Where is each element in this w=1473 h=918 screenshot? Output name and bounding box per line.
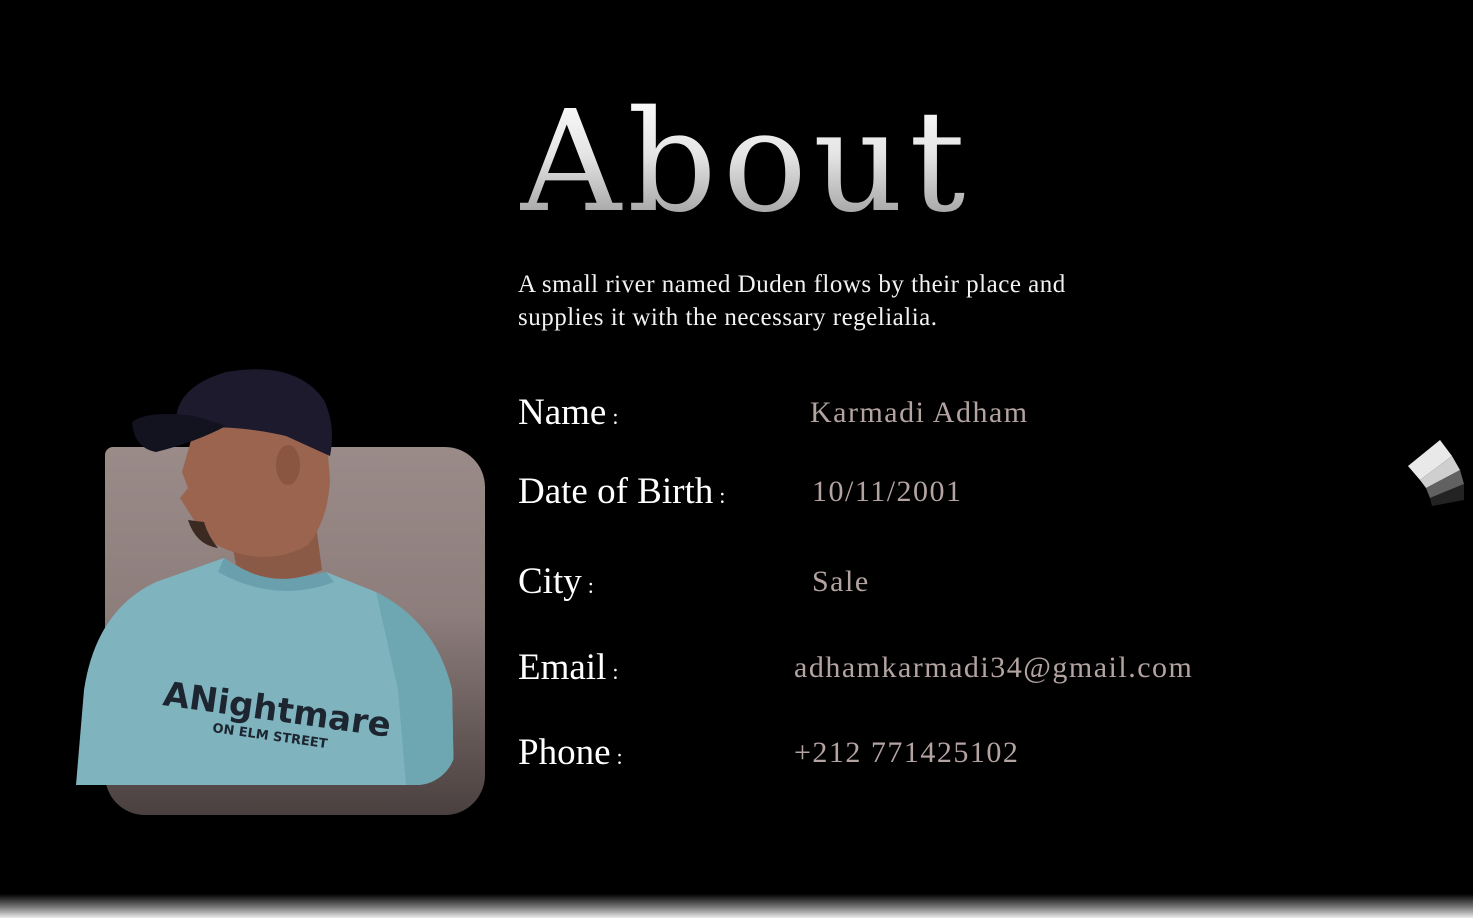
about-intro: A small river named Duden flows by their… xyxy=(518,271,1066,331)
info-value-name: Karmadi Adham xyxy=(810,396,1029,429)
info-row-dob: Date of Birth: 10/11/2001 xyxy=(518,470,1278,520)
info-row-city: City: Sale xyxy=(518,560,1278,610)
profile-photo: ANightmare ON ELM STREET xyxy=(76,360,456,785)
info-value-city: Sale xyxy=(812,565,870,598)
next-arrow-icon[interactable] xyxy=(1400,436,1470,512)
bottom-divider xyxy=(0,894,1473,918)
info-row-phone: Phone: +212 771425102 xyxy=(518,731,1278,781)
about-title: About xyxy=(520,81,972,244)
about-section: About A small river named Duden flows by… xyxy=(0,0,1473,918)
info-row-email: Email: adhamkarmadi34@gmail.com xyxy=(518,646,1278,696)
info-value-email[interactable]: adhamkarmadi34@gmail.com xyxy=(794,648,1193,688)
info-label-city: City: xyxy=(518,561,594,602)
info-row-name: Name: Karmadi Adham xyxy=(518,391,1278,441)
info-label-name: Name: xyxy=(518,392,619,433)
info-label-email: Email: xyxy=(518,647,619,688)
info-value-phone[interactable]: +212 771425102 xyxy=(794,733,1019,773)
info-label-phone: Phone: xyxy=(518,732,623,773)
info-value-dob: 10/11/2001 xyxy=(812,475,963,508)
info-label-dob: Date of Birth: xyxy=(518,471,726,512)
